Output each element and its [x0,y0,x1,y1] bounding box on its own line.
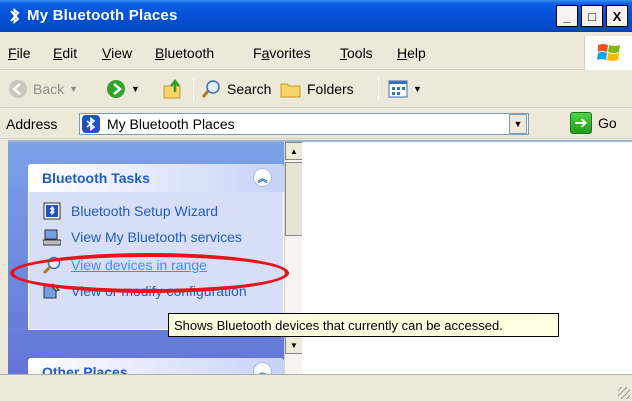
views-button[interactable]: ▼ [388,77,422,101]
search-label: Search [227,81,272,97]
go-arrow-icon: ➔ [570,112,592,134]
menu-edit[interactable]: Edit [53,45,77,61]
menu-bar: File Edit View Bluetooth Favorites Tools… [0,36,632,70]
scroll-down-button[interactable]: ▼ [285,336,303,354]
up-folder-icon [163,78,181,99]
close-button[interactable]: X [606,5,628,27]
chevron-down-icon: ▼ [413,84,422,94]
computer-icon [43,229,61,246]
task-label: View devices in range [71,257,207,273]
bluetooth-tasks-group: Bluetooth Tasks ︽ Bluetooth Setup Wizard [28,164,284,330]
tooltip: Shows Bluetooth devices that currently c… [168,313,559,337]
back-arrow-icon [9,80,27,98]
bluetooth-icon [10,7,20,25]
file-list-pane[interactable] [302,142,632,374]
chevron-down-icon: ▼ [131,84,140,94]
back-button[interactable]: Back ▼ [8,77,78,101]
config-icon [43,283,60,299]
collapse-icon[interactable]: ︽ [253,362,272,374]
windows-logo-icon [584,36,632,70]
resize-grip-icon[interactable] [618,387,630,399]
status-bar [0,374,632,401]
task-label: View My Bluetooth services [71,229,242,245]
menu-favorites[interactable]: Favorites [253,45,311,61]
bluetooth-icon [82,115,100,133]
task-setup-wizard[interactable]: Bluetooth Setup Wizard [43,202,218,220]
address-bar: Address My Bluetooth Places ▼ ➔ Go [0,109,632,139]
title-bar[interactable]: My Bluetooth Places _ □ X [0,0,632,32]
other-places-header[interactable]: Other Places ︽ [28,358,284,374]
menu-file[interactable]: File [8,45,31,61]
maximize-button[interactable]: □ [581,5,603,27]
task-pane: Bluetooth Tasks ︽ Bluetooth Setup Wizard [8,142,284,374]
bluetooth-tasks-title: Bluetooth Tasks [42,170,150,186]
task-view-devices-in-range[interactable]: View devices in range [43,256,207,274]
task-modify-configuration[interactable]: View or modify configuration [43,282,247,300]
task-pane-scrollbar[interactable]: ▲ ▼ [284,142,303,374]
address-input[interactable]: My Bluetooth Places [79,113,529,135]
menu-tools[interactable]: Tools [340,45,373,61]
folders-label: Folders [307,81,354,97]
toolbar: Back ▼ ▼ Search Folders ▼ [0,70,632,108]
forward-arrow-icon [107,80,125,98]
task-view-services[interactable]: View My Bluetooth services [43,228,242,246]
menu-view[interactable]: View [102,45,132,61]
back-label: Back [33,81,65,97]
chevron-down-icon: ▼ [69,84,79,94]
menu-bluetooth[interactable]: Bluetooth [155,45,214,61]
views-icon [388,80,408,98]
setup-wizard-icon [43,202,61,220]
folders-button[interactable]: Folders [280,77,354,101]
folder-icon [280,83,301,98]
go-button[interactable]: ➔ Go [570,112,617,134]
window-title: My Bluetooth Places [27,7,178,24]
other-places-group: Other Places ︽ [28,358,284,374]
search-icon [202,80,220,98]
scroll-up-button[interactable]: ▲ [285,142,303,160]
search-button[interactable]: Search [202,77,271,101]
address-value: My Bluetooth Places [107,116,235,132]
scroll-thumb[interactable] [285,162,303,236]
magnifier-icon [43,256,61,274]
other-places-title: Other Places [42,364,128,374]
content-area: Bluetooth Tasks ︽ Bluetooth Setup Wizard [8,140,632,374]
address-label: Address [6,116,58,132]
bluetooth-tasks-list: Bluetooth Setup Wizard View My Bluetooth… [28,192,284,330]
explorer-window: My Bluetooth Places _ □ X File Edit View… [0,0,632,401]
task-label: View or modify configuration [71,283,247,299]
up-folder-button[interactable] [162,77,184,101]
bluetooth-tasks-header[interactable]: Bluetooth Tasks ︽ [28,164,284,192]
task-label: Bluetooth Setup Wizard [71,203,219,219]
menu-help[interactable]: Help [397,45,426,61]
address-dropdown-button[interactable]: ▼ [509,114,527,134]
collapse-icon[interactable]: ︽ [253,168,272,187]
go-label: Go [598,115,617,131]
forward-button[interactable]: ▼ [106,77,140,101]
minimize-button[interactable]: _ [556,5,578,27]
